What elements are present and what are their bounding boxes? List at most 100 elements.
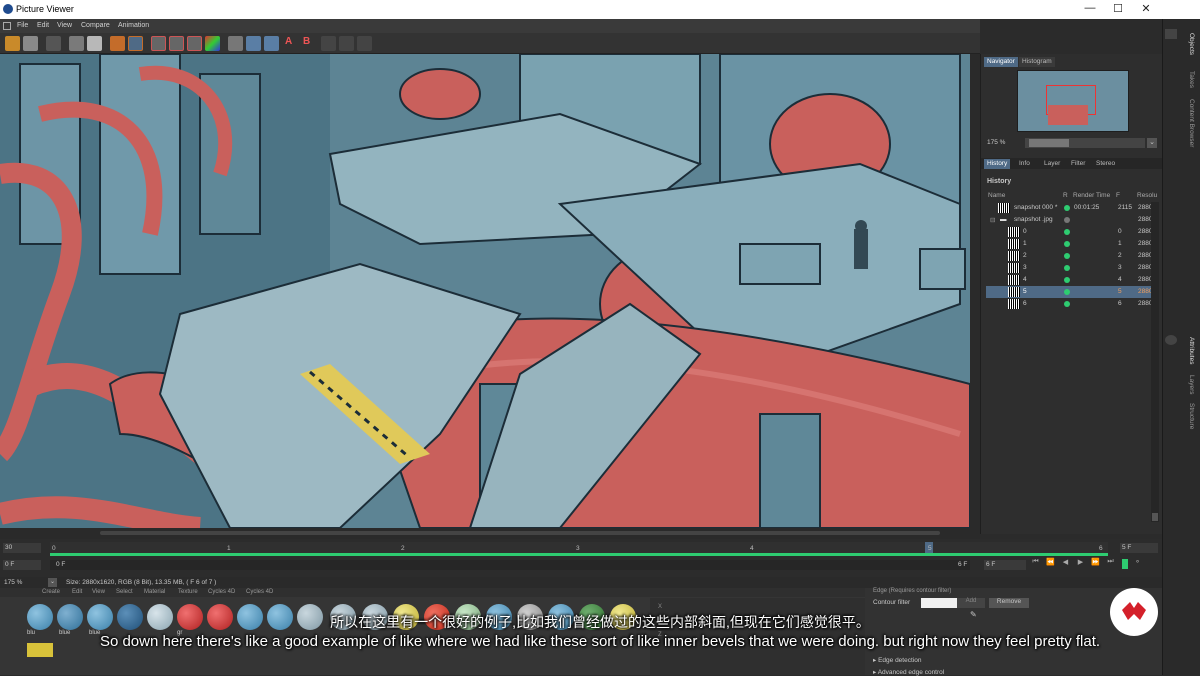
side-tab-attributes[interactable]: Attributes [1188,337,1195,364]
history-row[interactable]: 2 2 2880 [986,250,1156,262]
compare-icon[interactable] [228,36,243,51]
frame-icon[interactable] [46,36,61,51]
side-tab-structure[interactable]: Structure [1188,403,1195,429]
mat-menu-view[interactable]: View [92,589,105,595]
menu-animation[interactable]: Animation [118,22,149,29]
zoom-dropdown-icon[interactable]: ⌄ [1147,138,1157,148]
tab-history[interactable]: History [984,159,1011,169]
record-icon[interactable]: ⚬ [1133,558,1142,567]
side-tab-layers[interactable]: Layers [1188,375,1195,395]
side-tab-objects[interactable]: Objects [1188,33,1195,55]
loop-indicator-icon[interactable] [1122,559,1128,569]
history-row[interactable]: 4 4 2880 [986,274,1156,286]
zoom-dropdown-icon[interactable]: ⌄ [48,578,57,587]
camera-icon[interactable] [87,36,102,51]
scroll-down-icon[interactable] [1152,513,1158,521]
end-frame-field[interactable]: 5 F [1120,543,1158,553]
open-icon[interactable] [5,36,20,51]
render-icon[interactable] [69,36,84,51]
viewport-vertical-scrollbar[interactable] [970,54,980,528]
tab-stereo[interactable]: Stereo [1093,159,1118,169]
mat-menu-material[interactable]: Material [144,589,165,595]
stop-icon[interactable] [110,36,125,51]
tick-5: 5 [928,545,932,552]
mat-menu-edit[interactable]: Edit [72,589,82,595]
scrollbar-thumb[interactable] [100,531,940,535]
status-zoom[interactable]: 175 % [4,579,22,586]
frame-thumb [1008,227,1020,237]
minimize-button[interactable]: — [1079,2,1101,17]
play-icon[interactable]: ▶ [1076,558,1085,567]
color-icon[interactable] [205,36,220,51]
prev-key-icon[interactable]: ⏪ [1046,558,1055,567]
prev-frame-icon[interactable]: ◀ [1061,558,1070,567]
tab-histogram[interactable]: Histogram [1019,57,1055,67]
history-row[interactable]: 0 0 2880 [986,226,1156,238]
history-row[interactable]: 6 6 2880 [986,298,1156,310]
mat-menu-create[interactable]: Create [42,589,60,595]
split2-icon[interactable] [264,36,279,51]
history-row[interactable]: snapshot 000 * 00:01:25 2115 2880 [986,202,1156,214]
go-to-start-icon[interactable]: ⏮ [1031,558,1040,567]
swap-icon[interactable] [321,36,336,51]
diff-icon[interactable] [339,36,354,51]
picture-viewport[interactable] [0,54,970,528]
current-frame-field[interactable]: 6 F [984,560,1026,570]
add-button[interactable]: Add [957,598,985,608]
navigator-zoom[interactable]: 175 % [987,139,1005,146]
menu-file[interactable]: File [17,22,28,29]
zoom-slider-thumb[interactable] [1029,139,1069,147]
frame-thumb [1008,251,1020,261]
status-dot [1064,277,1070,283]
tab-layer[interactable]: Layer [1041,159,1063,169]
tab-info[interactable]: Info [1016,159,1033,169]
split-icon[interactable] [246,36,261,51]
go-to-end-icon[interactable]: ⏭ [1106,558,1115,567]
expand-icon[interactable]: ⊟ [990,216,995,224]
menu-compare[interactable]: Compare [81,22,110,29]
next-frame-icon[interactable]: ⏩ [1091,558,1100,567]
b-icon[interactable]: B [303,36,318,51]
row-frame: 4 [1118,276,1122,283]
view-b-icon[interactable] [169,36,184,51]
tab-filter[interactable]: Filter [1068,159,1088,169]
a-icon[interactable]: A [285,36,300,51]
col-render-time: Render Time [1073,192,1111,199]
view-c-icon[interactable] [187,36,202,51]
mat-menu-texture[interactable]: Texture [178,589,198,595]
history-row[interactable]: ⊟ ▬ snapshot .jpg 2880 [986,214,1156,226]
menu-view[interactable]: View [57,22,72,29]
snapshot-thumb [998,203,1010,213]
start-frame-field[interactable]: 0 F [3,560,41,570]
maximize-button[interactable]: ☐ [1107,2,1129,17]
mat-menu-cycles4d-2[interactable]: Cycles 4D [246,589,273,595]
zoom-slider[interactable] [1025,138,1145,148]
history-row-selected[interactable]: 5 5 2880 [986,286,1156,298]
status-dot [1064,205,1070,211]
mat-menu-select[interactable]: Select [116,589,133,595]
attr-item-edge-detection[interactable]: ▸ Edge detection [873,656,921,664]
col-resolution: Resolu [1137,192,1158,199]
history-row[interactable]: 1 1 2880 [986,238,1156,250]
fps-field[interactable]: 30 [3,543,41,553]
settings-icon[interactable] [1165,335,1177,345]
range-slider[interactable]: 0 F 6 F [50,560,970,570]
side-tab-content-browser[interactable]: Content Browser [1188,99,1195,147]
navigator-thumbnail[interactable] [1017,70,1129,132]
tab-navigator[interactable]: Navigator [984,57,1018,67]
history-scrollbar[interactable] [1151,202,1159,522]
history-row[interactable]: 3 3 2880 [986,262,1156,274]
row-frame: 2115 [1118,204,1132,211]
viewport-horizontal-scrollbar[interactable] [0,528,980,539]
filter-icon[interactable] [1165,29,1177,39]
remove-button[interactable]: Remove [989,598,1029,608]
mat-menu-cycles4d[interactable]: Cycles 4D [208,589,235,595]
view-a-icon[interactable] [151,36,166,51]
side-tab-takes[interactable]: Takes [1188,71,1195,88]
save-icon[interactable] [23,36,38,51]
close-button[interactable]: ✕ [1135,2,1157,17]
render-region-icon[interactable] [128,36,143,51]
menu-icon[interactable] [3,22,11,30]
menu-edit[interactable]: Edit [37,22,49,29]
overlay-icon[interactable] [357,36,372,51]
